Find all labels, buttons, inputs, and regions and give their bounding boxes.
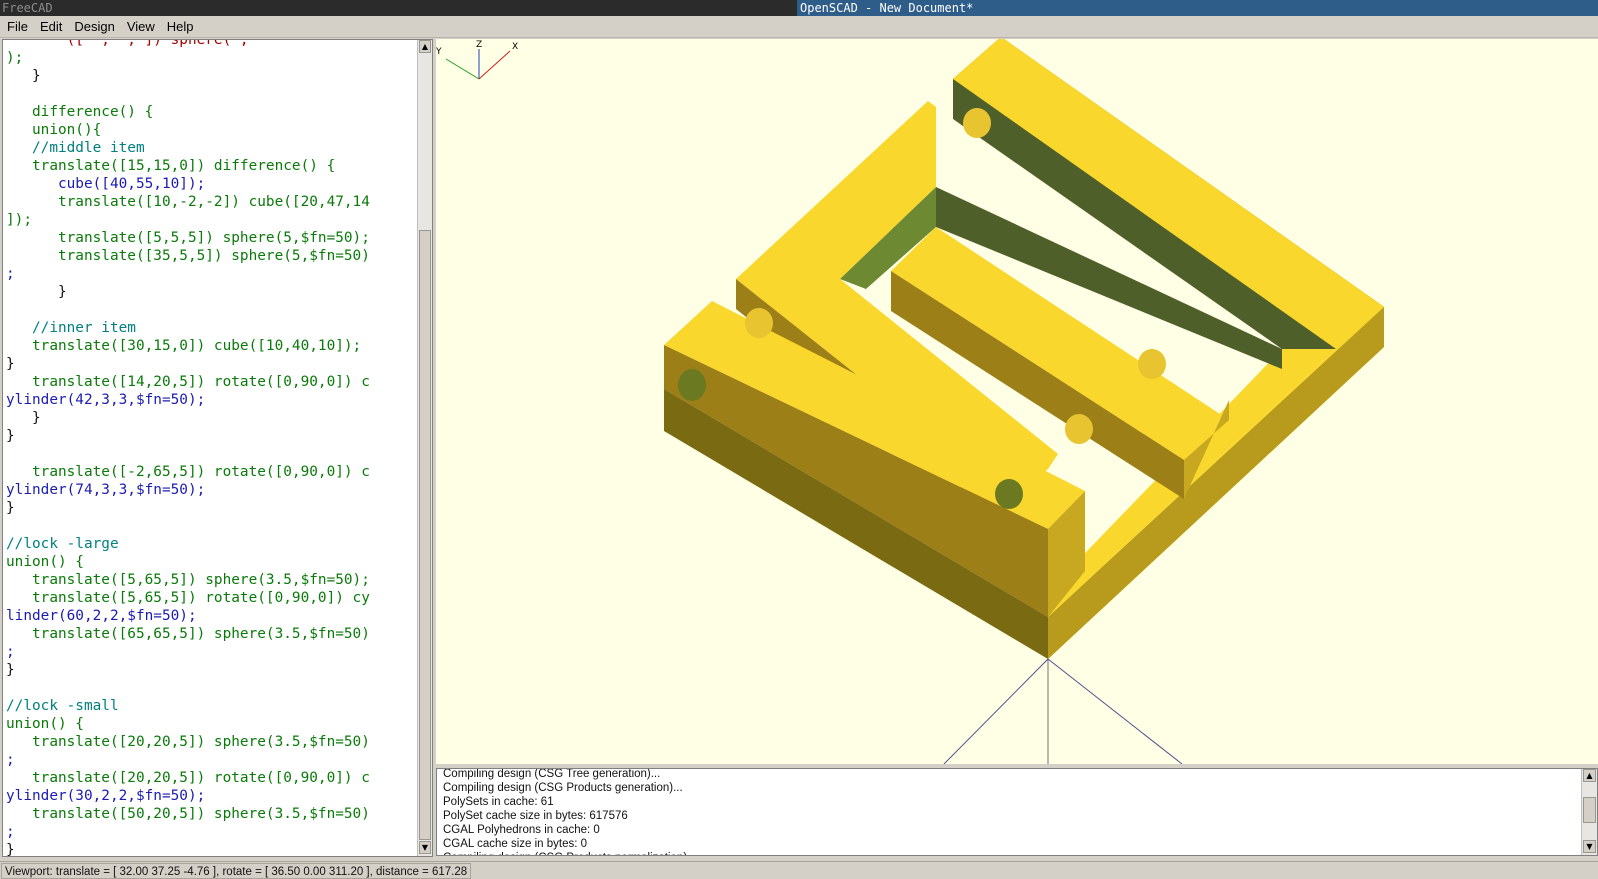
code-line: translate([14,20,5]) rotate([0,90,0]) c bbox=[6, 374, 370, 390]
console-lines: Compiling design (CSG Tree generation)..… bbox=[443, 768, 697, 855]
console-line: CGAL Polyhedrons in cache: 0 bbox=[443, 824, 600, 836]
viewport-status-text: Viewport: translate = [ 32.00 37.25 -4.7… bbox=[1, 863, 472, 879]
axis-z-label: Z bbox=[476, 40, 482, 50]
console-line: CGAL cache size in bytes: 0 bbox=[443, 838, 588, 850]
code-line: } bbox=[6, 410, 41, 426]
console-line: Compiling design (CSG Tree generation)..… bbox=[443, 768, 661, 780]
code-line: } bbox=[6, 662, 15, 678]
model-render bbox=[664, 39, 1385, 764]
code-line: ylinder(30,2,2,$fn=50); bbox=[6, 788, 206, 804]
scroll-down-arrow-icon[interactable]: ▼ bbox=[419, 841, 431, 854]
code-line: translate([15,15,0]) difference() { bbox=[6, 158, 336, 174]
menu-help[interactable]: Help bbox=[162, 17, 199, 36]
pin-back-left bbox=[963, 108, 991, 138]
console-scroll-thumb[interactable] bbox=[1583, 797, 1596, 823]
console-scroll-up-icon[interactable]: ▲ bbox=[1583, 769, 1596, 782]
menu-edit[interactable]: Edit bbox=[35, 17, 67, 36]
code-line: cube([40,55,10]); bbox=[6, 176, 206, 192]
3d-viewport[interactable]: Z Y X bbox=[436, 39, 1598, 764]
console-scrollbar[interactable]: ▲ ▼ bbox=[1581, 769, 1597, 855]
code-line: } bbox=[6, 68, 41, 84]
console-line: Compiling design (CSG Products normaliza… bbox=[443, 851, 697, 855]
code-line: union() { bbox=[6, 716, 84, 732]
pin-inner-front bbox=[1065, 414, 1093, 444]
editor-scroll-thumb[interactable] bbox=[419, 230, 431, 840]
code-line: ylinder(74,3,3,$fn=50); bbox=[6, 482, 206, 498]
code-line: translate([5,65,5]) rotate([0,90,0]) cy bbox=[6, 590, 370, 606]
code-line: } bbox=[6, 284, 67, 300]
code-line: translate([30,15,0]) cube([10,40,10]); bbox=[6, 338, 362, 354]
code-line: } bbox=[6, 428, 15, 444]
code-line: //middle item bbox=[6, 140, 145, 156]
code-line: union() { bbox=[6, 554, 84, 570]
code-line: translate([20,20,5]) rotate([0,90,0]) c bbox=[6, 770, 370, 786]
code-line: } bbox=[6, 842, 15, 857]
pin-inner-right bbox=[1138, 349, 1166, 379]
hole-front-right bbox=[995, 479, 1023, 509]
code-line: difference() { bbox=[6, 104, 154, 120]
code-line: translate([20,20,5]) sphere(3.5,$fn=50) bbox=[6, 734, 370, 750]
pin-middle-left bbox=[745, 308, 773, 338]
code-line: translate([5,5,5]) sphere(5,$fn=50); bbox=[6, 230, 370, 246]
console-output[interactable]: Compiling design (CSG Tree generation)..… bbox=[436, 768, 1598, 856]
hole-front-left bbox=[678, 369, 706, 401]
axis-x-label: X bbox=[512, 42, 518, 52]
code-line: translate([-2,65,5]) rotate([0,90,0]) c bbox=[6, 464, 370, 480]
editor-scrollbar[interactable]: ▲ ▼ bbox=[417, 40, 432, 856]
x-axis-line bbox=[1047, 658, 1183, 764]
axes-orientation-icon: Z Y X bbox=[436, 40, 518, 80]
code-line: } bbox=[6, 356, 15, 372]
console-line: Compiling design (CSG Products generatio… bbox=[443, 782, 683, 794]
y-axis-line bbox=[943, 658, 1049, 764]
console-line: PolySets in cache: 61 bbox=[443, 796, 554, 808]
code-line: //lock -large bbox=[6, 536, 119, 552]
window-title: OpenSCAD - New Document* bbox=[797, 0, 1598, 16]
code-line: ; bbox=[6, 644, 15, 660]
code-line: ]); bbox=[6, 212, 32, 228]
console-line: PolySet cache size in bytes: 617576 bbox=[443, 810, 628, 822]
code-lines: ([ , , ]) sphere( ,); } difference() { u… bbox=[6, 39, 418, 857]
console-scroll-down-icon[interactable]: ▼ bbox=[1583, 840, 1596, 853]
menu-bar: File Edit Design View Help bbox=[0, 16, 1598, 38]
code-editor[interactable]: ([ , , ]) sphere( ,); } difference() { u… bbox=[2, 39, 433, 857]
code-line: } bbox=[6, 500, 15, 516]
window-title-bar: FreeCAD OpenSCAD - New Document* bbox=[0, 0, 1598, 16]
code-line: ); bbox=[6, 50, 24, 66]
app-title-left: FreeCAD bbox=[2, 1, 53, 15]
code-line: translate([50,20,5]) sphere(3.5,$fn=50) bbox=[6, 806, 370, 822]
scroll-up-arrow-icon[interactable]: ▲ bbox=[419, 40, 431, 53]
code-line: ylinder(42,3,3,$fn=50); bbox=[6, 392, 206, 408]
menu-view[interactable]: View bbox=[122, 17, 160, 36]
code-line: translate([35,5,5]) sphere(5,$fn=50) bbox=[6, 248, 370, 264]
code-line: ([ , , ]) sphere( , bbox=[6, 39, 249, 48]
menu-design[interactable]: Design bbox=[69, 17, 119, 36]
menu-file[interactable]: File bbox=[2, 17, 33, 36]
code-line: translate([10,-2,-2]) cube([20,47,14 bbox=[6, 194, 370, 210]
code-line: ; bbox=[6, 752, 15, 768]
code-line: linder(60,2,2,$fn=50); bbox=[6, 608, 197, 624]
code-line: ; bbox=[6, 266, 15, 282]
code-line: //inner item bbox=[6, 320, 136, 336]
status-bar: Viewport: translate = [ 32.00 37.25 -4.7… bbox=[0, 861, 1598, 879]
code-line: translate([5,65,5]) sphere(3.5,$fn=50); bbox=[6, 572, 370, 588]
code-line: //lock -small bbox=[6, 698, 119, 714]
code-line: translate([65,65,5]) sphere(3.5,$fn=50) bbox=[6, 626, 370, 642]
axis-y-label: Y bbox=[436, 47, 442, 57]
code-line: ; bbox=[6, 824, 15, 840]
code-line: union(){ bbox=[6, 122, 102, 138]
